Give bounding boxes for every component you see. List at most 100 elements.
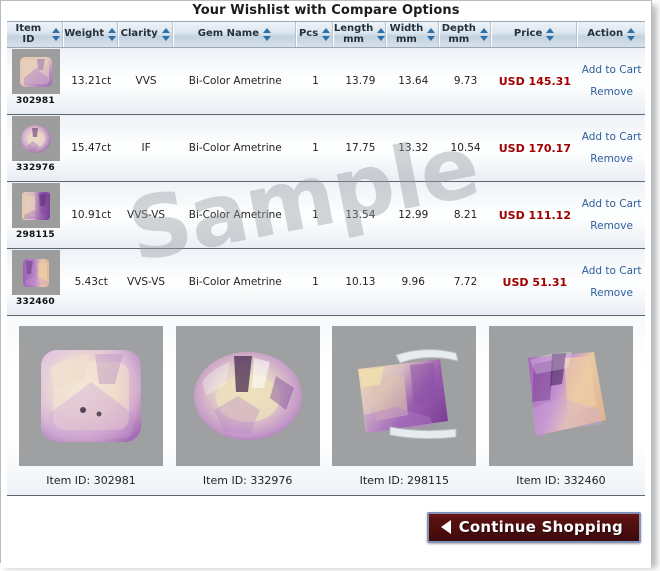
gallery-card[interactable]: Item ID: 332976 [175, 326, 320, 489]
back-arrow-icon [440, 520, 451, 534]
sort-arrows-icon[interactable] [322, 28, 331, 41]
cell-clarity: VVS-VS [127, 276, 166, 288]
gallery-image-302981[interactable] [19, 326, 163, 466]
price-value: USD 145.31 [498, 74, 571, 88]
gem-thumbnail[interactable] [12, 183, 61, 228]
price-value: USD 170.17 [498, 141, 571, 155]
cell-weight: 13.21ct [71, 75, 112, 87]
gallery-card[interactable]: Item ID: 298115 [332, 326, 477, 489]
gem-gallery: Item ID: 302981 Item ID: 332976 Item ID:… [7, 316, 645, 496]
cell-gem-name: Bi-Color Ametrine [188, 276, 282, 288]
cell-pcs: 1 [312, 209, 319, 221]
gem-thumbnail[interactable] [12, 49, 61, 94]
gem-image-332976 [21, 124, 52, 153]
cell-length: 17.75 [345, 142, 376, 154]
cell-depth: 7.72 [453, 276, 478, 288]
page-title: Your Wishlist with Compare Options [192, 3, 460, 18]
cell-action: Add to Cart Remove [578, 182, 645, 248]
column-header-clarity[interactable]: Clarity [119, 22, 174, 47]
cell-clarity: VVS [135, 75, 157, 87]
sort-arrows-icon[interactable] [263, 28, 272, 41]
column-header-label: Action [587, 28, 624, 40]
gallery-image-332460[interactable] [488, 326, 633, 466]
gem-image-332460 [23, 258, 50, 287]
gallery-card[interactable]: Item ID: 332460 [488, 326, 633, 489]
cell-item-id: 302981 [7, 48, 64, 114]
gallery-image-332976[interactable] [175, 326, 320, 466]
thumbnail-item-id: 332460 [16, 297, 55, 307]
column-header-label: Clarity [120, 28, 158, 40]
cell-weight: 10.91ct [71, 209, 112, 221]
gallery-caption: Item ID: 332460 [516, 474, 606, 487]
gem-thumbnail[interactable] [12, 116, 61, 161]
cell-depth: 10.54 [450, 142, 481, 154]
cell-gem-name: Bi-Color Ametrine [188, 209, 282, 221]
continue-shopping-button[interactable]: Continue Shopping [426, 512, 641, 543]
gem-image-298115 [22, 191, 51, 220]
gallery-card[interactable]: Item ID: 302981 [19, 326, 163, 489]
gem-image-302981 [20, 56, 53, 87]
add-to-cart-link[interactable]: Add to Cart [582, 131, 642, 143]
remove-link[interactable]: Remove [590, 287, 633, 299]
column-header-length[interactable]: Length mm [333, 22, 388, 47]
table-header-row: Item ID Weight Clarity Gem Name Pcs Leng… [7, 22, 645, 48]
table-row[interactable]: 332976 15.47ct IF Bi-Color Ametrine 1 17… [7, 115, 645, 182]
sort-arrows-icon[interactable] [479, 28, 489, 41]
cell-width: 13.32 [398, 142, 429, 154]
remove-link[interactable]: Remove [590, 86, 633, 98]
cell-clarity: VVS-VS [127, 209, 166, 221]
wishlist-table: Item ID Weight Clarity Gem Name Pcs Leng… [7, 21, 645, 316]
price-value: USD 111.12 [498, 208, 571, 222]
table-row[interactable]: 298115 10.91ct VVS-VS Bi-Color Ametrine … [7, 182, 645, 249]
column-header-label: Item ID [15, 23, 42, 45]
cell-item-id: 332460 [7, 249, 64, 315]
column-header-label: Depth mm [441, 23, 476, 45]
cell-item-id: 298115 [7, 182, 64, 248]
sort-arrows-icon[interactable] [108, 28, 117, 41]
cell-pcs: 1 [312, 75, 319, 87]
cell-pcs: 1 [312, 142, 319, 154]
column-header-label: Weight [64, 28, 105, 40]
cell-length: 10.13 [345, 276, 376, 288]
column-header-width[interactable]: Width mm [387, 22, 440, 47]
sort-arrows-icon[interactable] [161, 28, 171, 41]
column-header-label: Width mm [389, 23, 424, 45]
wishlist-window: Your Wishlist with Compare Options Item … [0, 0, 652, 568]
sort-arrows-icon[interactable] [546, 28, 555, 41]
add-to-cart-link[interactable]: Add to Cart [582, 265, 642, 277]
column-header-item-id[interactable]: Item ID [7, 22, 64, 47]
remove-link[interactable]: Remove [590, 153, 633, 165]
gem-photo [527, 352, 606, 436]
sort-arrows-icon[interactable] [427, 28, 436, 41]
cell-width: 9.96 [401, 276, 425, 288]
remove-link[interactable]: Remove [590, 220, 633, 232]
cell-action: Add to Cart Remove [578, 115, 645, 181]
column-header-gem-name[interactable]: Gem Name [174, 22, 298, 47]
add-to-cart-link[interactable]: Add to Cart [582, 198, 642, 210]
table-row[interactable]: 302981 13.21ct VVS Bi-Color Ametrine 1 1… [7, 48, 645, 115]
thumbnail-item-id: 298115 [16, 230, 55, 240]
cell-clarity: IF [141, 142, 151, 154]
table-row[interactable]: 332460 5.43ct VVS-VS Bi-Color Ametrine 1… [7, 249, 645, 316]
cell-length: 13.54 [345, 209, 376, 221]
column-header-depth[interactable]: Depth mm [440, 22, 492, 47]
cell-price: USD 145.31 [492, 48, 579, 114]
column-header-price[interactable]: Price [492, 22, 579, 47]
thumbnail-item-id: 302981 [16, 96, 55, 106]
cell-price: USD 51.31 [492, 249, 579, 315]
column-header-label: Length mm [333, 23, 374, 45]
cell-depth: 9.73 [453, 75, 478, 87]
gallery-caption: Item ID: 332976 [202, 474, 293, 487]
gem-thumbnail[interactable] [12, 250, 61, 295]
column-header-action[interactable]: Action [578, 22, 645, 47]
sort-arrows-icon[interactable] [51, 28, 61, 41]
add-to-cart-link[interactable]: Add to Cart [582, 64, 642, 76]
cell-pcs: 1 [312, 276, 319, 288]
column-header-pcs[interactable]: Pcs [297, 22, 335, 47]
sort-arrows-icon[interactable] [377, 28, 386, 41]
cell-price: USD 170.17 [492, 115, 579, 181]
gem-photo [358, 349, 460, 440]
column-header-weight[interactable]: Weight [64, 22, 119, 47]
gallery-image-298115[interactable] [332, 326, 477, 466]
sort-arrows-icon[interactable] [627, 28, 636, 41]
